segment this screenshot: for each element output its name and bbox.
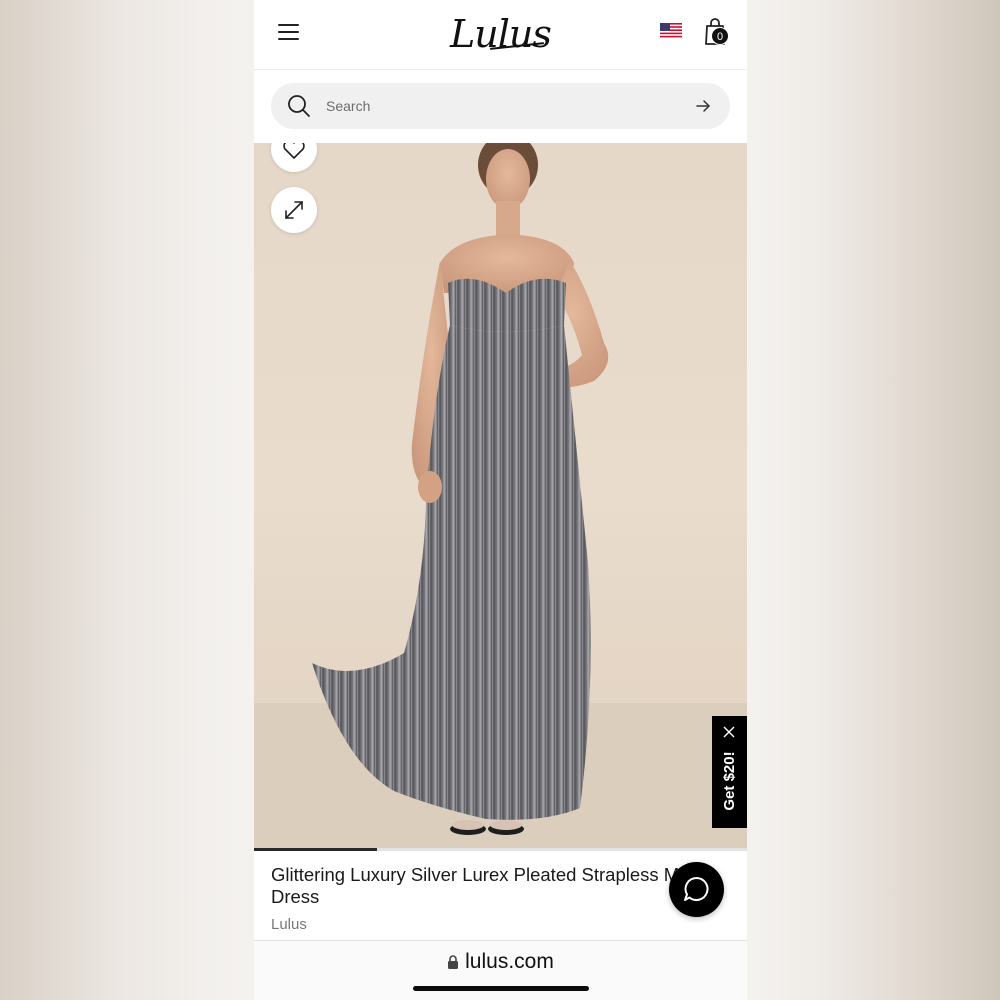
model-in-silver-dress-image bbox=[254, 143, 747, 848]
us-flag-icon[interactable] bbox=[660, 23, 682, 38]
gallery-progress-fill bbox=[254, 848, 378, 851]
search-bar[interactable] bbox=[271, 83, 730, 129]
search-input[interactable] bbox=[326, 95, 666, 117]
product-title-line2: Dress bbox=[271, 886, 320, 907]
expand-image-button[interactable] bbox=[271, 187, 317, 233]
phone-screen: Lulus 0 Search Get $20! Glittering Luxur… bbox=[254, 0, 747, 1000]
product-title: Glittering Luxury Silver Lurex Pleated S… bbox=[271, 864, 701, 908]
cart-count-badge: 0 bbox=[711, 27, 729, 45]
product-title-line1: Glittering Luxury Silver Lurex Pleated S… bbox=[271, 864, 680, 885]
lulus-logo[interactable]: Lulus bbox=[450, 10, 552, 58]
promo-label: Get $20! bbox=[721, 751, 738, 811]
image-gallery-progress bbox=[254, 848, 747, 851]
top-navigation-bar: Lulus 0 bbox=[254, 0, 747, 70]
browser-address-bar: lulus.com bbox=[254, 940, 747, 1000]
heart-icon bbox=[283, 143, 305, 159]
chat-bubble-icon bbox=[684, 877, 709, 901]
product-image[interactable]: Get $20! bbox=[254, 143, 747, 848]
url-text: lulus.com bbox=[465, 950, 554, 973]
home-indicator[interactable] bbox=[413, 986, 589, 991]
arrow-right-icon[interactable] bbox=[695, 98, 711, 114]
lock-icon bbox=[448, 955, 459, 969]
expand-icon bbox=[285, 201, 303, 219]
brand-name[interactable]: Lulus bbox=[271, 916, 307, 933]
url-field[interactable]: lulus.com bbox=[254, 950, 747, 976]
get-20-promo-tab[interactable]: Get $20! bbox=[712, 716, 747, 828]
search-icon bbox=[288, 95, 310, 117]
chat-button[interactable] bbox=[669, 862, 724, 917]
hamburger-menu-icon[interactable] bbox=[278, 22, 300, 42]
